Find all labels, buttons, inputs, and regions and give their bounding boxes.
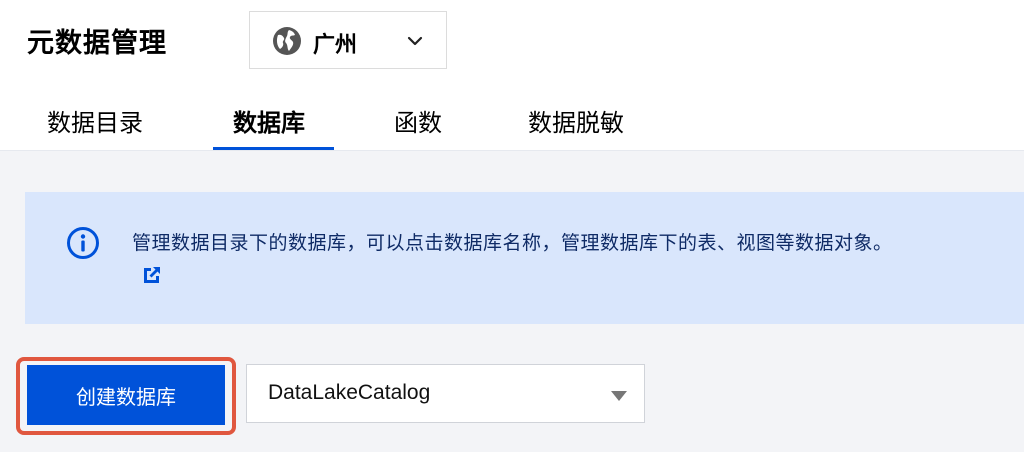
tab-data-catalog[interactable]: 数据目录 (47, 108, 143, 150)
active-tab-indicator (213, 147, 334, 150)
globe-icon (273, 27, 301, 55)
page-title: 元数据管理 (27, 28, 167, 59)
top-header: 元数据管理 广州 数据目录 数据库 函数 数据脱敏 (0, 0, 1024, 151)
info-text: 管理数据目录下的数据库，可以点击数据库名称，管理数据库下的表、视图等数据对象。 (132, 232, 893, 254)
catalog-select[interactable]: DataLakeCatalog (246, 364, 645, 423)
caret-down-icon (611, 391, 627, 401)
catalog-select-value: DataLakeCatalog (268, 381, 431, 404)
tab-functions[interactable]: 函数 (394, 108, 442, 150)
region-dropdown[interactable]: 广州 (249, 11, 447, 69)
tab-database[interactable]: 数据库 (233, 108, 305, 150)
tab-data-masking[interactable]: 数据脱敏 (528, 108, 624, 150)
external-link-icon[interactable] (141, 264, 163, 286)
region-label: 广州 (313, 33, 358, 58)
create-database-button[interactable]: 创建数据库 (27, 365, 225, 425)
info-icon (67, 227, 99, 259)
tab-bar: 数据目录 数据库 函数 数据脱敏 (0, 100, 1024, 150)
info-banner: 管理数据目录下的数据库，可以点击数据库名称，管理数据库下的表、视图等数据对象。 (25, 192, 1024, 324)
chevron-down-icon (407, 36, 423, 46)
